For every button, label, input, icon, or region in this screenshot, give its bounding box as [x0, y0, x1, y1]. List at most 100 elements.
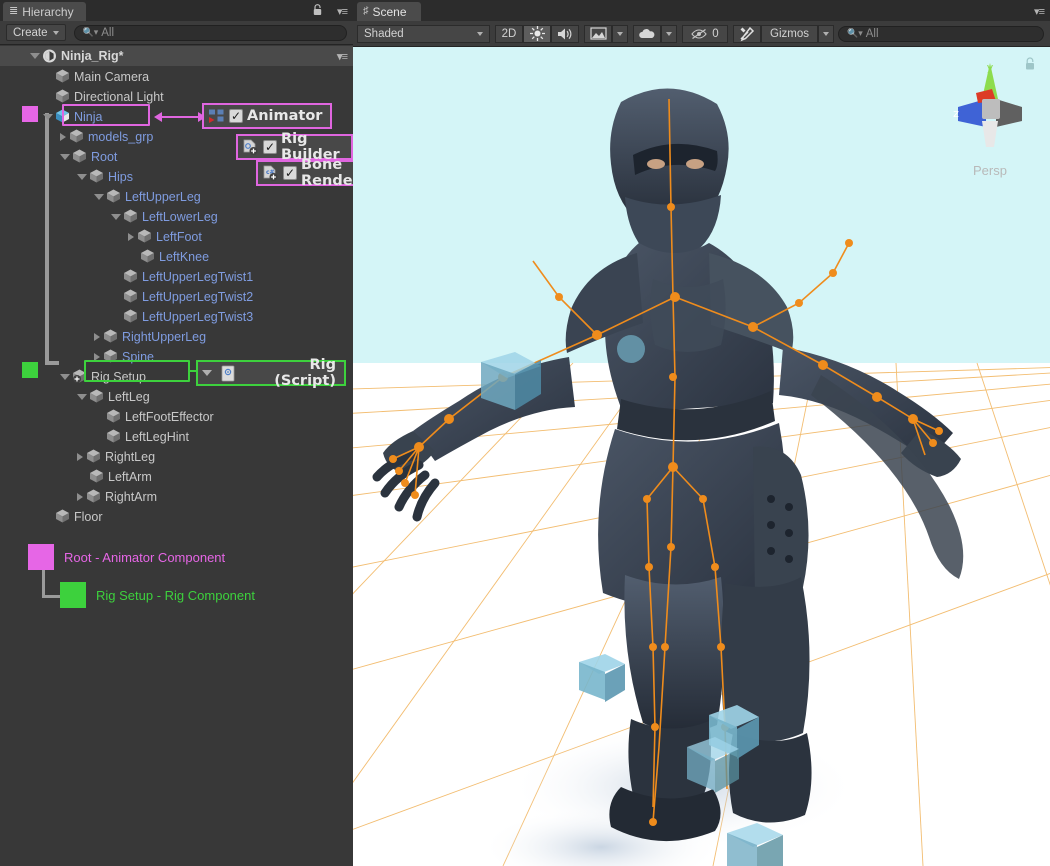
tree-row-main-camera[interactable]: Main Camera	[0, 67, 353, 87]
tree-row-label: LeftUpperLegTwist2	[142, 291, 253, 304]
twirl-icon[interactable]	[77, 174, 87, 180]
tab-hierarchy[interactable]: ≣ Hierarchy	[3, 2, 86, 21]
tree-row-leftupperlegtwist3[interactable]: LeftUpperLegTwist3	[0, 307, 353, 327]
twirl-icon[interactable]	[60, 374, 70, 380]
twirl-icon[interactable]	[77, 394, 87, 400]
twirl-icon[interactable]	[94, 194, 104, 200]
tree-row-label: LeftKnee	[159, 251, 209, 264]
twirl-icon[interactable]	[43, 114, 53, 120]
tree-row-rightupperleg[interactable]: RightUpperLeg	[0, 327, 353, 347]
toggle-lighting[interactable]	[523, 25, 551, 43]
rig-marker-square	[22, 362, 38, 378]
tree-row-leftfoot[interactable]: LeftFoot	[0, 227, 353, 247]
tree-row-leftknee[interactable]: LeftKnee	[0, 247, 353, 267]
legend-item-animator: Root - Animator Component	[28, 544, 225, 570]
toggle-2d[interactable]: 2D	[495, 25, 523, 43]
twirl-icon[interactable]	[77, 493, 83, 501]
tree-row-leftupperlegtwist1[interactable]: LeftUpperLegTwist1	[0, 267, 353, 287]
lock-icon[interactable]	[1024, 57, 1036, 71]
image-icon	[590, 27, 607, 40]
twirl-icon[interactable]	[60, 154, 70, 160]
tree-row-label: Root	[91, 151, 117, 164]
object-icon	[106, 189, 125, 206]
effects-dropdown[interactable]	[612, 25, 628, 43]
scene-twirl-icon[interactable]	[30, 53, 40, 59]
gizmos-dropdown[interactable]	[818, 25, 834, 43]
tree-row-rightleg[interactable]: RightLeg	[0, 447, 353, 467]
object-icon	[55, 109, 74, 126]
object-icon	[89, 389, 108, 406]
tab-scene[interactable]: ♯ Scene	[357, 2, 421, 21]
tools-icon	[739, 26, 756, 42]
scene-viewport[interactable]: y z Persp	[353, 47, 1050, 866]
twirl-icon[interactable]	[128, 233, 134, 241]
object-icon	[72, 369, 91, 386]
rig-script-twirl-icon[interactable]	[202, 370, 212, 376]
tree-row-label: Spine	[122, 351, 154, 364]
lock-icon[interactable]	[312, 4, 323, 16]
toggle-sky[interactable]	[633, 25, 661, 43]
scene-search-input[interactable]: 🔍▾ All	[838, 26, 1044, 42]
create-button[interactable]: Create	[6, 24, 66, 41]
scene-menu-icon[interactable]: ▾≡	[1034, 5, 1044, 18]
rig-builder-checkbox[interactable]: ✓	[263, 140, 277, 154]
object-icon	[89, 469, 108, 486]
callout-animator[interactable]: ✓ Animator	[202, 103, 332, 129]
twirl-icon[interactable]	[77, 453, 83, 461]
object-icon	[103, 329, 122, 346]
tree-row-leftarm[interactable]: LeftArm	[0, 467, 353, 487]
object-icon	[86, 449, 105, 466]
tree-row-floor[interactable]: Floor	[0, 507, 353, 527]
scene-search-text: All	[866, 28, 879, 40]
draw-mode-dropdown[interactable]: Shaded	[357, 25, 490, 43]
script-icon	[220, 365, 237, 382]
scene-row-menu-icon[interactable]: ▾≡	[337, 50, 347, 63]
object-icon	[123, 309, 142, 326]
tree-row-leftupperlegtwist2[interactable]: LeftUpperLegTwist2	[0, 287, 353, 307]
object-icon	[123, 289, 142, 306]
scene-orientation-gizmo[interactable]: y z Persp	[940, 55, 1040, 180]
tab-scene-label: Scene	[373, 5, 407, 19]
bone-renderer-checkbox[interactable]: ✓	[283, 166, 297, 180]
tree-row-leftfooteffector[interactable]: LeftFootEffector	[0, 407, 353, 427]
object-icon	[106, 429, 125, 446]
scene-root-row[interactable]: Ninja_Rig* ▾≡	[0, 46, 353, 66]
object-icon	[55, 509, 74, 526]
object-icon	[106, 409, 125, 426]
callout-animator-label: Animator	[247, 108, 322, 124]
hierarchy-search-input[interactable]: 🔍▾ All	[74, 25, 347, 41]
tree-row-label: LeftFoot	[156, 231, 202, 244]
tree-row-label: Hips	[108, 171, 133, 184]
tree-row-leftleghint[interactable]: LeftLegHint	[0, 427, 353, 447]
gizmos-button[interactable]: Gizmos	[761, 25, 818, 43]
twirl-icon[interactable]	[94, 353, 100, 361]
toggle-audio[interactable]	[551, 25, 579, 43]
legend-swatch-animator	[28, 544, 54, 570]
callout-rig-script[interactable]: Rig (Script)	[196, 360, 346, 386]
tree-row-leftleg[interactable]: LeftLeg	[0, 387, 353, 407]
scene-grid-icon: ♯	[363, 6, 369, 17]
tree-row-label: LeftLegHint	[125, 431, 189, 444]
sky-dropdown[interactable]	[661, 25, 677, 43]
twirl-icon[interactable]	[94, 333, 100, 341]
tree-row-label: LeftFootEffector	[125, 411, 214, 424]
search-icon: 🔍▾	[83, 27, 99, 38]
hierarchy-toolbar: Create 🔍▾ All	[0, 21, 353, 45]
scene-name-label: Ninja_Rig*	[61, 49, 124, 63]
hidden-objects-toggle[interactable]: 0	[682, 25, 728, 43]
animator-checkbox[interactable]: ✓	[229, 109, 243, 123]
object-icon	[123, 269, 142, 286]
tree-row-leftlowerleg[interactable]: LeftLowerLeg	[0, 207, 353, 227]
camera-mode-label[interactable]: Persp	[940, 163, 1040, 178]
twirl-icon[interactable]	[111, 214, 121, 220]
sun-icon	[530, 26, 545, 41]
scene-tools-button[interactable]	[733, 25, 761, 43]
tree-row-rightarm[interactable]: RightArm	[0, 487, 353, 507]
toggle-effects[interactable]	[584, 25, 612, 43]
object-icon	[55, 89, 74, 106]
tree-row-leftupperleg[interactable]: LeftUpperLeg	[0, 187, 353, 207]
hierarchy-menu-icon[interactable]: ▾≡	[337, 5, 347, 18]
legend-label-animator: Root - Animator Component	[64, 550, 225, 565]
twirl-icon[interactable]	[60, 133, 66, 141]
tree-row-label: Directional Light	[74, 91, 164, 104]
